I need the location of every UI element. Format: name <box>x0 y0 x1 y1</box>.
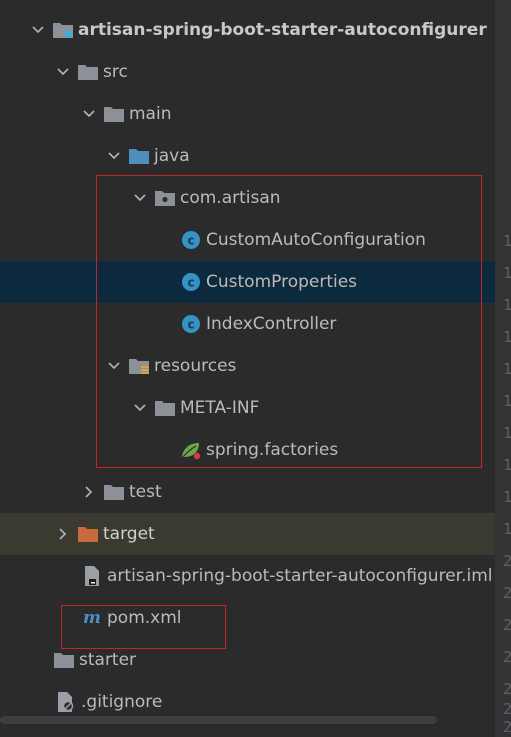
line-number: 1 <box>503 264 511 282</box>
svg-text:c: c <box>187 276 194 290</box>
tree-item-class[interactable]: c IndexController <box>0 303 495 345</box>
tree-item-label: main <box>129 104 172 124</box>
line-number: 1 <box>503 360 511 378</box>
line-number: 1 <box>503 328 511 346</box>
horizontal-scrollbar[interactable] <box>0 716 437 724</box>
iml-file-icon <box>81 566 103 586</box>
chevron-down-icon[interactable] <box>30 22 46 38</box>
line-number: 2 <box>503 718 511 736</box>
tree-item-label: CustomAutoConfiguration <box>206 230 426 250</box>
tree-item-label: CustomProperties <box>206 272 358 292</box>
line-number: 1 <box>503 520 511 538</box>
tree-item-main[interactable]: main <box>0 93 495 135</box>
chevron-right-icon[interactable] <box>55 526 71 542</box>
tree-item-test[interactable]: test <box>0 471 495 513</box>
tree-item-class-selected[interactable]: c CustomProperties <box>0 261 495 303</box>
class-icon: c <box>180 230 202 250</box>
tree-item-label: resources <box>154 356 237 376</box>
line-number: 1 <box>503 488 511 506</box>
chevron-down-icon[interactable] <box>106 148 122 164</box>
tree-item-root-module[interactable]: artisan-spring-boot-starter-autoconfigur… <box>0 9 495 51</box>
tree-item-label: com.artisan <box>180 188 281 208</box>
tree-item-meta-inf[interactable]: META-INF <box>0 387 495 429</box>
chevron-down-icon[interactable] <box>132 190 148 206</box>
chevron-down-icon[interactable] <box>55 64 71 80</box>
line-number: 2 <box>503 616 511 634</box>
module-folder-icon <box>52 20 74 40</box>
tree-item-resources[interactable]: resources <box>0 345 495 387</box>
line-number: 1 <box>503 296 511 314</box>
tree-item-label: .gitignore <box>81 692 163 712</box>
tree-item-iml-file[interactable]: artisan-spring-boot-starter-autoconfigur… <box>0 555 495 597</box>
tree-item-spring-factories[interactable]: spring.factories <box>0 429 495 471</box>
folder-icon <box>77 62 99 82</box>
line-number: 2 <box>503 680 511 698</box>
tree-item-target[interactable]: target <box>0 513 495 555</box>
tree-item-starter[interactable]: starter <box>0 639 495 681</box>
maven-pom-icon: m <box>81 608 103 628</box>
svg-text:c: c <box>187 234 194 248</box>
line-number: 1 <box>503 456 511 474</box>
excluded-folder-icon <box>77 524 99 544</box>
tree-item-class[interactable]: c CustomAutoConfiguration <box>0 219 495 261</box>
tree-item-label: target <box>103 524 155 544</box>
chevron-right-icon[interactable] <box>81 484 97 500</box>
gitignore-file-icon <box>55 692 77 712</box>
tree-item-package[interactable]: com.artisan <box>0 177 495 219</box>
svg-text:c: c <box>187 318 194 332</box>
tree-item-label: starter <box>79 650 137 670</box>
source-root-folder-icon <box>128 146 150 166</box>
editor-gutter: 1 1 1 1 1 1 1 1 1 1 2 2 2 2 2 2 2 <box>495 0 511 737</box>
tree-item-label: spring.factories <box>206 440 339 460</box>
class-icon: c <box>180 272 202 292</box>
chevron-down-icon[interactable] <box>81 106 97 122</box>
tree-item-label: META-INF <box>180 398 260 418</box>
svg-text:m: m <box>83 608 101 628</box>
folder-icon <box>53 650 75 670</box>
line-number: 1 <box>503 232 511 250</box>
line-number: 2 <box>503 552 511 570</box>
tree-item-label: test <box>129 482 162 502</box>
tree-item-label: artisan-spring-boot-starter-autoconfigur… <box>78 20 487 40</box>
resources-folder-icon <box>128 356 150 376</box>
tree-item-label: src <box>103 62 128 82</box>
tree-item-java[interactable]: java <box>0 135 495 177</box>
line-number: 2 <box>503 700 511 718</box>
spring-factories-icon <box>180 440 202 460</box>
project-tree: artisan-spring-boot-starter-autoconfigur… <box>0 0 495 737</box>
package-icon <box>154 188 176 208</box>
line-number: 2 <box>503 648 511 666</box>
tree-item-label: IndexController <box>206 314 337 334</box>
tree-item-label: java <box>154 146 190 166</box>
folder-icon <box>103 104 125 124</box>
line-number: 1 <box>503 392 511 410</box>
tree-item-pom[interactable]: m pom.xml <box>0 597 495 639</box>
folder-icon <box>103 482 125 502</box>
class-icon: c <box>180 314 202 334</box>
line-number: 1 <box>503 424 511 442</box>
line-number: 2 <box>503 584 511 602</box>
folder-icon <box>154 398 176 418</box>
tree-item-label: pom.xml <box>107 608 182 628</box>
tree-item-label: artisan-spring-boot-starter-autoconfigur… <box>107 566 493 586</box>
chevron-down-icon[interactable] <box>106 358 122 374</box>
tree-item-src[interactable]: src <box>0 51 495 93</box>
chevron-down-icon[interactable] <box>132 400 148 416</box>
